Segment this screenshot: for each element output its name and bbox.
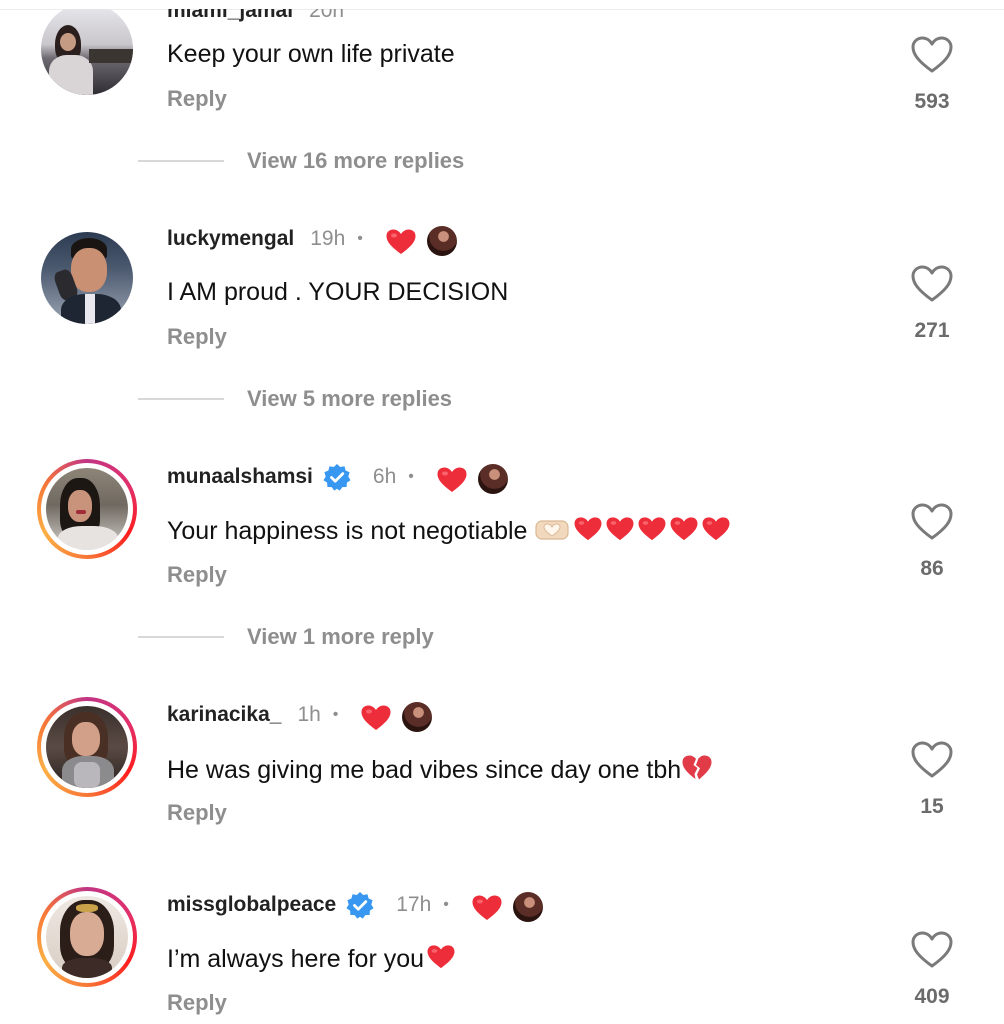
heart-outline-icon[interactable] xyxy=(910,264,954,304)
thread-line xyxy=(138,636,224,638)
reply-button[interactable]: Reply xyxy=(167,990,227,1016)
comment-item: karinacika_ 1h • He was giving me bad vi… xyxy=(0,697,1004,834)
verified-badge-icon xyxy=(323,463,351,491)
red-heart-emoji-icon xyxy=(605,516,635,542)
heart-outline-icon[interactable] xyxy=(910,35,954,75)
timestamp: 6h xyxy=(372,465,397,488)
comment-text: I’m always here for you xyxy=(167,944,456,974)
comment-item: miami_jamal 20h Keep your own life priva… xyxy=(0,0,1004,130)
comment-text: I AM proud . YOUR DECISION xyxy=(167,278,509,306)
separator-dot: • xyxy=(332,706,339,723)
red-heart-emoji-icon xyxy=(573,516,603,542)
separator-dot: • xyxy=(443,896,449,913)
timestamp: 17h xyxy=(396,893,432,916)
comment-text: Your happiness is not negotiable xyxy=(167,516,731,546)
comment-meta: missglobalpeace 17h • xyxy=(167,890,543,922)
reply-button[interactable]: Reply xyxy=(167,324,227,350)
verified-badge-icon xyxy=(346,891,374,919)
heart-outline-icon[interactable] xyxy=(910,930,954,970)
red-heart-emoji-icon xyxy=(637,516,667,542)
comment-text: He was giving me bad vibes since day one… xyxy=(167,754,713,785)
creator-avatar xyxy=(512,892,543,922)
avatar-story-ring[interactable] xyxy=(37,697,137,797)
username[interactable]: munaalshamsi xyxy=(167,465,313,489)
broken-heart-emoji-icon xyxy=(681,754,713,782)
like-count: 15 xyxy=(920,795,944,818)
red-heart-emoji-icon xyxy=(426,944,456,970)
view-more-replies[interactable]: View 5 more replies xyxy=(138,384,452,414)
comment-item: luckymengal 19h • I AM proud . YOUR DECI… xyxy=(0,226,1004,358)
avatar-story-ring[interactable] xyxy=(37,887,137,987)
separator-dot: • xyxy=(357,230,363,247)
like-count: 409 xyxy=(914,985,950,1008)
avatar[interactable] xyxy=(37,232,137,332)
red-heart-emoji-icon xyxy=(701,516,731,542)
creator-liked-heart-icon xyxy=(436,466,468,494)
comment-meta: luckymengal 19h • xyxy=(167,224,457,256)
creator-avatar xyxy=(477,464,508,494)
creator-avatar xyxy=(402,702,433,732)
timestamp: 19h xyxy=(310,227,346,250)
creator-liked-heart-icon xyxy=(471,894,503,922)
comment-text: Keep your own life private xyxy=(167,40,455,68)
separator-dot: • xyxy=(408,468,414,485)
avatar[interactable] xyxy=(37,3,137,103)
creator-liked-heart-icon xyxy=(360,704,392,732)
reply-button[interactable]: Reply xyxy=(167,86,227,112)
thread-line xyxy=(138,160,224,162)
reply-button[interactable]: Reply xyxy=(167,562,227,588)
reply-button[interactable]: Reply xyxy=(167,800,227,826)
heart-outline-icon[interactable] xyxy=(910,502,954,542)
username[interactable]: karinacika_ xyxy=(167,703,281,727)
like-count: 593 xyxy=(914,90,950,113)
username[interactable]: luckymengal xyxy=(167,227,294,251)
comment-meta: munaalshamsi 6h • xyxy=(167,462,508,494)
thread-line xyxy=(138,398,224,400)
like-count: 86 xyxy=(920,557,944,580)
comment-item: munaalshamsi 6h • Your happiness is not … xyxy=(0,459,1004,596)
creator-liked-heart-icon xyxy=(385,228,417,256)
view-more-replies[interactable]: View 16 more replies xyxy=(138,146,464,176)
timestamp: 1h xyxy=(297,703,321,726)
avatar-story-ring[interactable] xyxy=(37,459,137,559)
comment-item: missglobalpeace 17h • I’m always here fo… xyxy=(0,887,1004,1024)
like-count: 271 xyxy=(914,319,950,342)
red-heart-emoji-icon xyxy=(669,516,699,542)
view-more-replies[interactable]: View 1 more reply xyxy=(138,622,434,652)
heart-outline-icon[interactable] xyxy=(910,740,954,780)
creator-avatar xyxy=(426,226,457,256)
comment-meta: karinacika_ 1h • xyxy=(167,700,433,732)
username[interactable]: missglobalpeace xyxy=(167,893,336,917)
heart-hands-emoji-icon xyxy=(535,518,569,542)
